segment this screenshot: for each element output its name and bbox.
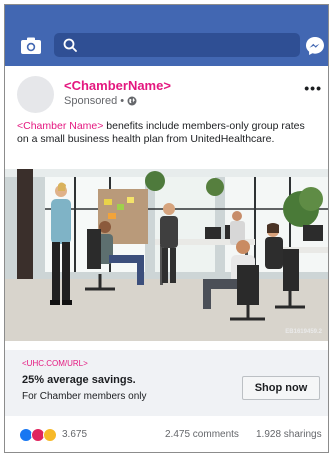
globe-icon	[127, 96, 137, 106]
search-input[interactable]	[84, 33, 298, 59]
cta-headline[interactable]: 25% average savings.	[22, 374, 136, 386]
messenger-icon[interactable]	[305, 36, 325, 56]
page-name[interactable]: <ChamberName>	[64, 78, 171, 93]
avatar[interactable]	[17, 76, 54, 113]
wow-reaction-icon	[43, 428, 57, 442]
reaction-icons[interactable]	[19, 428, 57, 442]
top-bar	[5, 5, 328, 66]
separator-dot: •	[120, 95, 125, 107]
ad-photo[interactable]: EB1619459.2	[5, 169, 328, 341]
comment-count[interactable]: 2.475 comments	[165, 429, 239, 440]
post-header: <ChamberName> Sponsored • •••	[5, 66, 328, 118]
sponsored-line: Sponsored •	[64, 95, 137, 107]
share-count[interactable]: 1.928 sharings	[256, 429, 322, 440]
post-text-tag[interactable]: <Chamber Name>	[17, 120, 103, 132]
shop-now-button[interactable]: Shop now	[242, 376, 320, 400]
cta-description: For Chamber members only	[22, 391, 147, 402]
search-bar[interactable]	[54, 33, 300, 59]
cta-url[interactable]: <UHC.COM/URL>	[22, 359, 88, 368]
more-options-button[interactable]: •••	[304, 80, 322, 96]
office-photo-illustration	[5, 169, 328, 341]
ad-mockup-frame: <ChamberName> Sponsored • ••• <Chamber N…	[4, 4, 329, 453]
reactions-row: 3.675 2.475 comments 1.928 sharings	[5, 420, 328, 446]
photo-id: EB1619459.2	[285, 329, 322, 335]
reaction-count[interactable]: 3.675	[62, 429, 87, 440]
sponsored-label: Sponsored	[64, 95, 118, 107]
camera-icon[interactable]	[20, 37, 42, 55]
call-to-action-strip[interactable]: <UHC.COM/URL> 25% average savings. For C…	[5, 350, 328, 416]
search-icon	[63, 38, 77, 52]
post-text: <Chamber Name> benefits include members-…	[5, 120, 328, 154]
